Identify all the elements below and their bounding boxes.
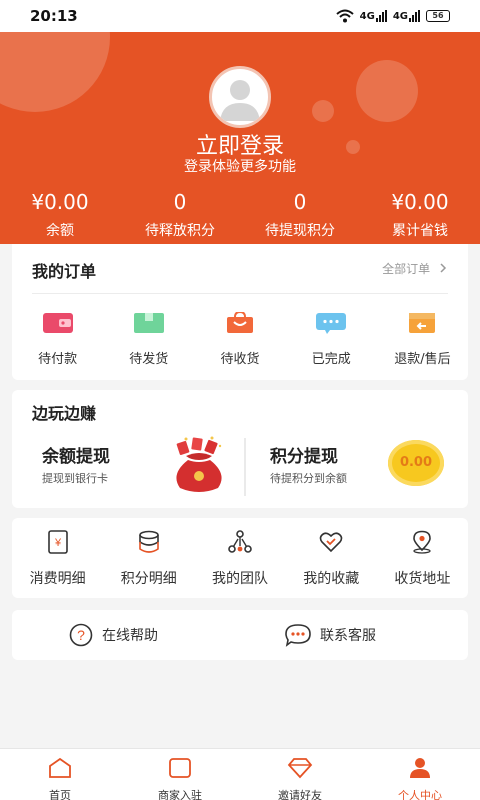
stat-pending-release-points[interactable]: 0 待释放积分 [120,190,240,240]
signal-bars-icon [375,10,387,22]
decor-bubble [356,60,418,122]
profile-icon [410,758,430,778]
bottom-tab-bar: 首页 商家入驻 邀请好友 个人中心 [0,748,480,800]
gold-coin-icon: 0.00 [388,440,444,486]
help-card: ? 在线帮助 联系客服 [12,610,468,660]
status-bar: 20:13 4G 4G 56 [0,0,480,32]
withdraw-subtitle: 提现到银行卡 [42,472,108,485]
svg-text:¥: ¥ [54,537,62,549]
tab-home[interactable]: 首页 [0,749,120,800]
decor-bubble [0,32,110,112]
online-help-button[interactable]: ? 在线帮助 [68,623,158,647]
orders-title: 我的订单 [32,262,97,281]
order-pending-shipment[interactable]: 待发货 [103,312,194,367]
battery-icon: 56 [426,10,450,22]
stat-total-savings[interactable]: ¥0.00 累计省钱 [360,190,480,240]
coins-icon [138,530,159,553]
orders-card: 我的订单 全部订单 待付款 待发货 待收货 已完成 退款/售后 [12,244,468,380]
contact-service-button[interactable]: 联系客服 [284,623,376,647]
decor-bubble [312,100,334,122]
chevron-right-icon [440,263,447,273]
shipping-address[interactable]: 收货地址 [377,530,468,588]
stat-balance[interactable]: ¥0.00 余额 [0,190,120,240]
heart-icon [319,532,343,553]
home-icon [49,757,71,778]
receipt-icon: ¥ [47,530,68,554]
divider [244,438,246,496]
stats-row: ¥0.00 余额 0 待释放积分 0 待提现积分 ¥0.00 累计省钱 [0,190,480,240]
status-icons: 4G 4G 56 [335,8,450,24]
points-title: 积分提现 [270,447,338,467]
stat-pending-withdraw-points[interactable]: 0 待提现积分 [240,190,360,240]
chat-done-icon [316,313,347,334]
earn-title: 边玩边赚 [32,404,97,423]
red-envelope-bag-icon [176,436,222,492]
profile-header: 立即登录 登录体验更多功能 ¥0.00 余额 0 待释放积分 0 待提现积分 ¥… [0,32,480,244]
refund-icon [409,313,436,333]
points-withdraw[interactable]: 积分提现 待提积分到余额 0.00 [248,430,468,500]
wifi-icon [335,9,354,23]
chat-bubble-icon [285,624,311,647]
order-status-row: 待付款 待发货 待收货 已完成 退款/售后 [12,310,468,367]
earn-card: 边玩边赚 余额提现 提现到银行卡 积分提现 待提积分到余额 0.00 [12,390,468,508]
svg-text:?: ? [77,627,85,643]
bag-icon [227,310,253,333]
signal-1: 4G [360,10,387,22]
tab-profile[interactable]: 个人中心 [360,749,480,800]
tab-invite-friends[interactable]: 邀请好友 [240,749,360,800]
store-icon [169,758,191,778]
user-icon [220,80,260,121]
order-pending-payment[interactable]: 待付款 [12,312,103,367]
signal-2: 4G [393,10,420,22]
tools-card: ¥ 消费明细 积分明细 我的团队 我的收藏 收货地址 [12,518,468,598]
status-time: 20:13 [30,7,78,25]
login-subtitle: 登录体验更多功能 [184,159,296,175]
tools-row: ¥ 消费明细 积分明细 我的团队 我的收藏 收货地址 [12,530,468,588]
points-detail[interactable]: 积分明细 [103,530,194,588]
consumption-detail[interactable]: ¥ 消费明细 [12,530,103,588]
question-icon: ? [69,623,93,647]
tab-merchant-join[interactable]: 商家入驻 [120,749,240,800]
withdraw-title: 余额提现 [42,447,110,467]
my-favorites[interactable]: 我的收藏 [286,530,377,588]
team-icon [228,530,252,553]
all-orders-link[interactable]: 全部订单 [382,260,448,277]
signal-bars-icon [409,10,420,22]
avatar[interactable] [209,66,271,128]
balance-withdraw[interactable]: 余额提现 提现到银行卡 [12,430,242,500]
diamond-icon [287,758,313,779]
my-team[interactable]: 我的团队 [194,530,285,588]
order-completed[interactable]: 已完成 [286,312,377,367]
location-icon [413,530,432,554]
order-pending-receipt[interactable]: 待收货 [194,310,285,367]
package-icon [133,313,164,333]
wallet-icon [42,313,73,333]
divider [32,293,448,294]
points-subtitle: 待提积分到余额 [270,472,347,485]
order-refund-aftersale[interactable]: 退款/售后 [377,312,468,367]
